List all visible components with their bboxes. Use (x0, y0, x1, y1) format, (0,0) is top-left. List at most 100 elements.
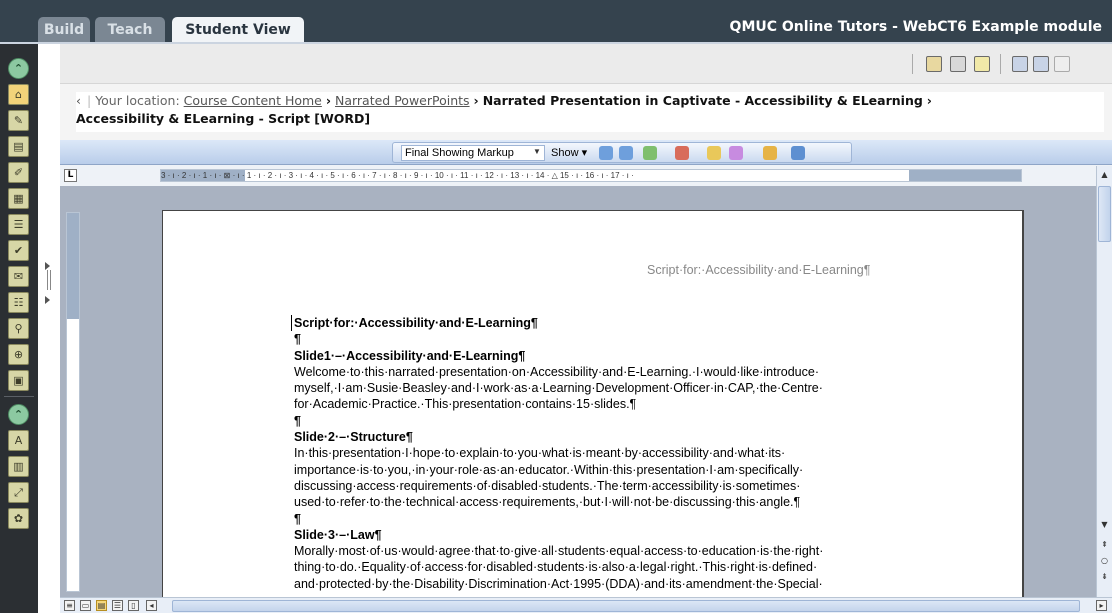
document-paragraph-line: discussing·access·requirements·of·disabl… (294, 478, 801, 493)
next-change-icon[interactable] (619, 146, 633, 160)
reviewing-toolbar-group: Final Showing Markup ▼ Show ▾ (392, 142, 852, 163)
toolbar-divider (4, 396, 34, 397)
breadcrumb: ‹ | Your location: Course Content Home › … (76, 92, 1104, 132)
track-changes-icon[interactable] (763, 146, 777, 160)
discussions-icon[interactable]: ☰ (8, 214, 29, 235)
scroll-left-icon[interactable]: ◂ (146, 600, 157, 611)
previous-page-icon[interactable] (1012, 56, 1028, 72)
highlight-icon[interactable] (729, 146, 743, 160)
next-page-icon[interactable]: ⇟ (1098, 570, 1111, 584)
resize-grip[interactable] (47, 270, 51, 290)
expand-arrow-icon[interactable] (45, 262, 50, 270)
open-icon[interactable] (974, 56, 990, 72)
course-tools-toolbar: ⌃ ⌂ ✎ ▤ ✐ ▦ ☰ ✔ ✉ ☷ ⚲ ⊕ ▣ ⌃ A ▥ ⤢ ✿ (0, 44, 38, 613)
ruler-ticks: 3 · ı · 2 · ı · 1 · ı · ⊠ · ı · 1 · ı · … (161, 171, 634, 180)
collapse-icon[interactable]: ⌃ (8, 58, 29, 79)
tab-build[interactable]: Build (38, 17, 90, 43)
document-heading: Script·for:·Accessibility·and·E-Learning… (294, 316, 538, 330)
reports-icon[interactable]: ⤢ (8, 482, 29, 503)
breadcrumb-separator: › (473, 93, 479, 108)
document-paragraph-line: importance·is·to·you,·in·your·role·as·an… (294, 462, 804, 477)
scroll-up-icon[interactable]: ▲ (1098, 168, 1111, 182)
collapse-icon[interactable]: ⌃ (8, 404, 29, 425)
tracking-icon[interactable]: ▥ (8, 456, 29, 477)
calendar-icon[interactable]: ▦ (8, 188, 29, 209)
show-menu-button[interactable]: Show ▾ (551, 146, 587, 159)
previous-page-icon[interactable]: ⇞ (1098, 538, 1111, 552)
next-page-icon[interactable] (1033, 56, 1049, 72)
accept-change-icon[interactable] (643, 146, 657, 160)
insert-comment-icon[interactable] (707, 146, 721, 160)
breadcrumb-label: Your location: (95, 93, 180, 108)
app-window: Build Teach Student View QMUC Online Tut… (0, 0, 1112, 613)
scroll-down-icon[interactable]: ▼ (1098, 518, 1111, 532)
normal-view-icon[interactable]: ≡ (64, 600, 75, 611)
reviewing-toolbar: Final Showing Markup ▼ Show ▾ (60, 140, 1112, 165)
breadcrumb-link-course-content[interactable]: Course Content Home (184, 93, 322, 108)
tab-teach[interactable]: Teach (95, 17, 165, 43)
media-icon[interactable]: ▣ (8, 370, 29, 391)
sidebar-expand-strip (38, 44, 60, 613)
mail-icon[interactable]: ✉ (8, 266, 29, 287)
word-document-viewer: Final Showing Markup ▼ Show ▾ L 3 · ı · … (60, 140, 1112, 613)
content-icon[interactable]: ✎ (8, 110, 29, 131)
reviewing-pane-icon[interactable] (791, 146, 805, 160)
edit-page-icon[interactable] (926, 56, 942, 72)
notes-icon[interactable]: ✔ (8, 240, 29, 261)
markup-view-select[interactable]: Final Showing Markup (401, 145, 545, 161)
document-body[interactable]: Script·for:·Accessibility·and·E-Learning… (294, 315, 894, 592)
breadcrumb-separator: › (325, 93, 331, 108)
document-paragraph-line: used·to·refer·to·the·technical·access·re… (294, 495, 801, 510)
document-heading: ¶ (294, 413, 301, 428)
horizontal-scrollbar[interactable]: ≡ ▭ ▤ ☰ ▯ ◂ ▸ (60, 597, 1112, 613)
scroll-right-icon[interactable]: ▸ (1096, 600, 1107, 611)
module-title: QMUC Online Tutors - WebCT6 Example modu… (729, 19, 1102, 35)
outline-view-icon[interactable]: ☰ (112, 600, 123, 611)
disabled-icon (1054, 56, 1070, 72)
reject-change-icon[interactable] (675, 146, 689, 160)
text-cursor (291, 315, 292, 331)
document-page[interactable]: Script·for:·Accessibility·and·E-Learning… (162, 210, 1024, 613)
tab-selector[interactable]: L (64, 169, 77, 182)
assignments-icon[interactable]: ✐ (8, 162, 29, 183)
vertical-ruler[interactable] (66, 212, 80, 592)
select-browse-object-icon[interactable]: ○ (1098, 554, 1111, 568)
tab-student-view[interactable]: Student View (172, 17, 304, 44)
document-heading: ¶ (294, 332, 301, 347)
print-layout-icon[interactable]: ▤ (96, 600, 107, 611)
breadcrumb-link-narrated-powerpoints[interactable]: Narrated PowerPoints (335, 93, 470, 108)
document-heading: Slide·3·–·Law¶ (294, 527, 382, 542)
horizontal-ruler-row: L 3 · ı · 2 · ı · 1 · ı · ⊠ · ı · 1 · ı … (60, 165, 1112, 186)
page-header: Script·for:·Accessibility·and·E-Learning… (647, 263, 871, 277)
document-paragraph-line: myself,·I·am·Susie·Beasley·and·I·work·as… (294, 381, 823, 396)
document-paragraph-line: for·Academic·Practice.·This·presentation… (294, 397, 637, 412)
reading-layout-icon[interactable]: ▯ (128, 600, 139, 611)
chevron-down-icon[interactable]: ▼ (533, 147, 541, 156)
search-icon[interactable]: ⚲ (8, 318, 29, 339)
content-toolbar (60, 44, 1112, 84)
syllabus-icon[interactable]: ▤ (8, 136, 29, 157)
document-heading: Slide·2·–·Structure¶ (294, 430, 413, 445)
horizontal-scrollbar-thumb[interactable] (172, 600, 1080, 612)
roster-icon[interactable]: ☷ (8, 292, 29, 313)
tools-icon[interactable]: ✿ (8, 508, 29, 529)
document-heading: ¶ (294, 511, 301, 526)
toolbar-divider (912, 54, 913, 74)
web-links-icon[interactable]: ⊕ (8, 344, 29, 365)
grades-icon[interactable]: A (8, 430, 29, 451)
vertical-scrollbar[interactable]: ▲ ▼ ⇞ ○ ⇟ (1096, 166, 1112, 597)
breadcrumb-divider: | (87, 93, 96, 108)
back-icon[interactable]: ‹ (76, 93, 87, 108)
document-paragraph-line: thing·to·do.·Equality·of·access·for·disa… (294, 560, 818, 575)
document-paragraph-line: and·protected·by·the·Disability·Discrimi… (294, 576, 823, 591)
home-icon[interactable]: ⌂ (8, 84, 29, 105)
print-icon[interactable] (950, 56, 966, 72)
breadcrumb-current-folder[interactable]: Narrated Presentation in Captivate - Acc… (483, 93, 923, 108)
breadcrumb-separator: › (926, 93, 932, 108)
expand-arrow-icon[interactable] (45, 296, 50, 304)
document-paragraph-line: Welcome·to·this·narrated·presentation·on… (294, 364, 819, 379)
horizontal-ruler[interactable]: 3 · ı · 2 · ı · 1 · ı · ⊠ · ı · 1 · ı · … (160, 169, 1022, 182)
scrollbar-thumb[interactable] (1098, 186, 1111, 242)
web-layout-icon[interactable]: ▭ (80, 600, 91, 611)
previous-change-icon[interactable] (599, 146, 613, 160)
